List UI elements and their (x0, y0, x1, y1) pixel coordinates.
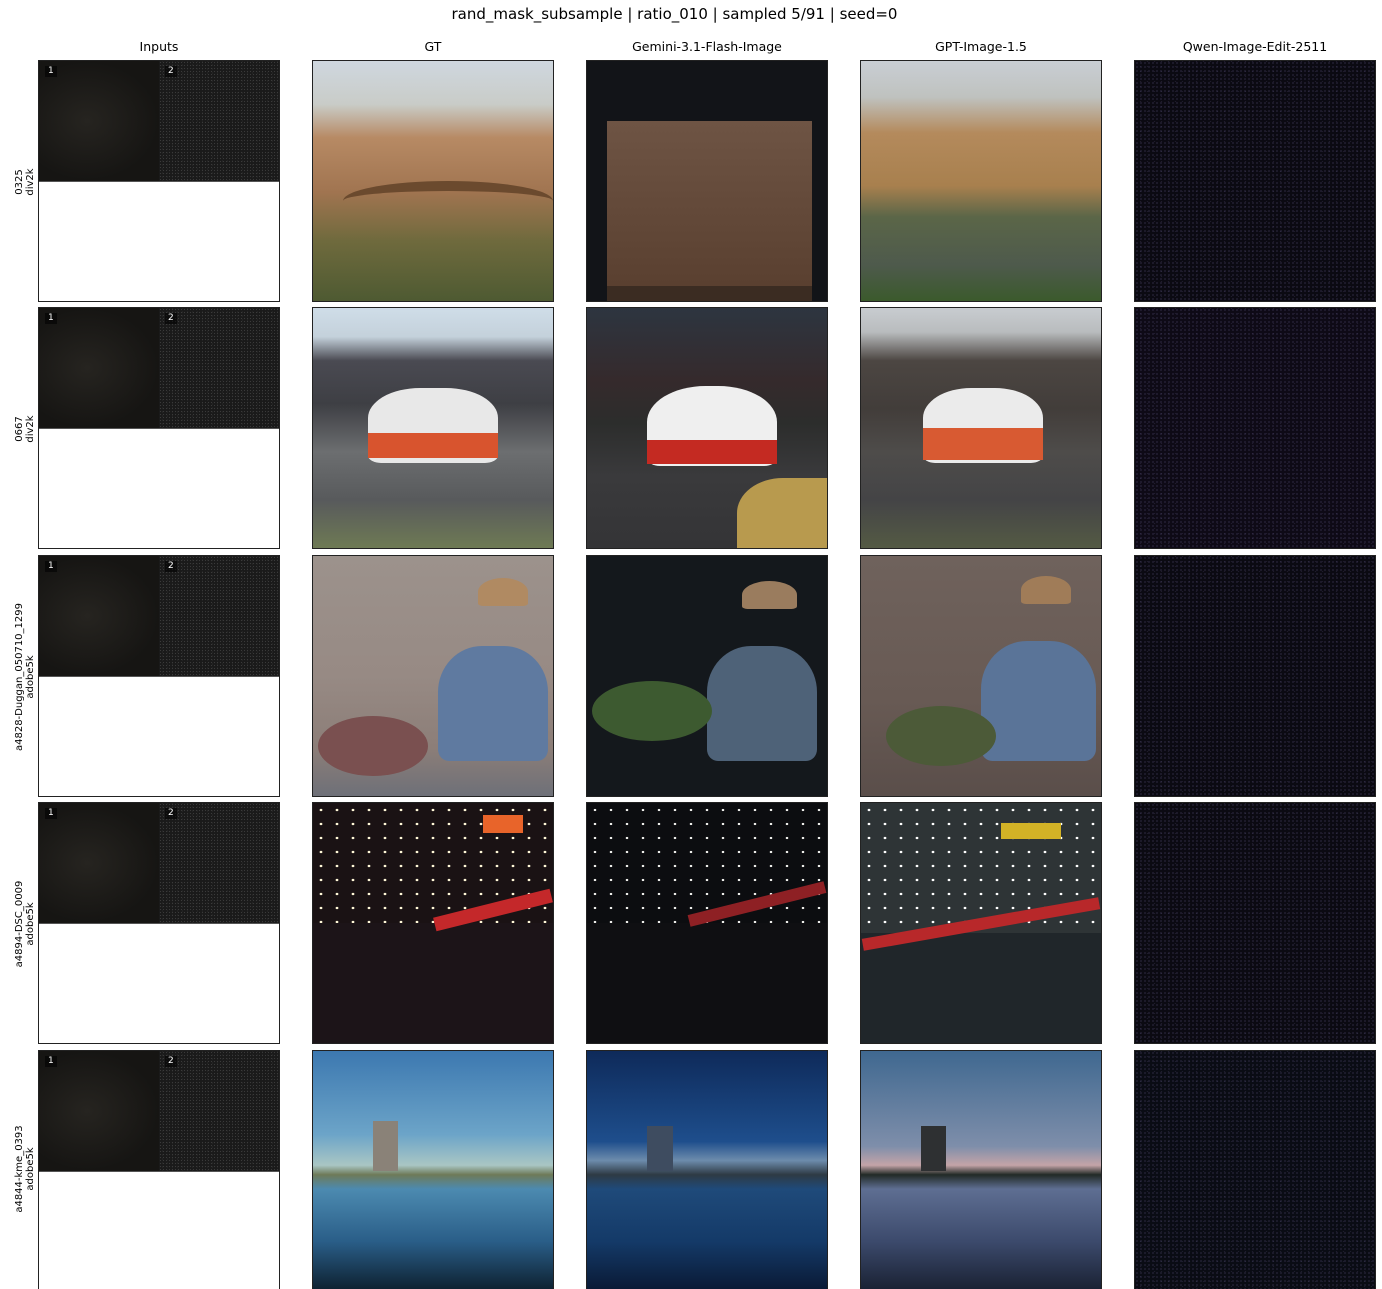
image-index-badge: 1 (45, 561, 57, 572)
gt-image (312, 1050, 554, 1289)
row-source: div2k (25, 168, 36, 196)
image-index-badge: 1 (45, 1056, 57, 1067)
input-image-2: 2 (159, 308, 279, 428)
column-header-gpt: GPT-Image-1.5 (935, 39, 1027, 54)
row-id: a4844-kme_0393 (14, 1125, 25, 1213)
gpt-output-image (860, 307, 1102, 549)
input-panel: 1 2 (38, 802, 280, 1044)
column-header-gemini: Gemini-3.1-Flash-Image (632, 39, 782, 54)
row-source: adobe5k (25, 902, 36, 946)
row-id: a4828-Duggan_050710_1299 (14, 603, 25, 752)
qwen-output-image (1134, 555, 1376, 797)
input-image-1: 1 (39, 308, 159, 428)
column-header-gt: GT (424, 39, 442, 54)
gt-image (312, 307, 554, 549)
input-image-1: 1 (39, 1051, 159, 1171)
image-index-badge: 2 (165, 808, 177, 819)
gemini-output-image (586, 307, 828, 549)
gt-image (312, 555, 554, 797)
image-index-badge: 1 (45, 808, 57, 819)
input-image-1: 1 (39, 61, 159, 181)
column-header-qwen: Qwen-Image-Edit-2511 (1182, 39, 1328, 54)
input-panel: 1 2 (38, 555, 280, 797)
blank-region (39, 428, 279, 548)
row-id: a4894-DSC_0009 (14, 880, 25, 968)
gpt-output-image (860, 60, 1102, 302)
blank-region (39, 1171, 279, 1289)
input-image-2: 2 (159, 556, 279, 676)
row-source: div2k (25, 415, 36, 443)
blank-region (39, 181, 279, 301)
input-image-2: 2 (159, 803, 279, 923)
image-index-badge: 2 (165, 313, 177, 324)
figure-title: rand_mask_subsample | ratio_010 | sample… (451, 5, 898, 23)
image-index-badge: 1 (45, 313, 57, 324)
row-source: adobe5k (25, 1147, 36, 1191)
gemini-output-image (586, 555, 828, 797)
blank-region (39, 923, 279, 1043)
qwen-output-image (1134, 802, 1376, 1044)
image-index-badge: 2 (165, 66, 177, 77)
gpt-output-image (860, 802, 1102, 1044)
qwen-output-image (1134, 60, 1376, 302)
gpt-output-image (860, 1050, 1102, 1289)
image-index-badge: 2 (165, 1056, 177, 1067)
row-id: 0667 (14, 416, 25, 442)
qwen-output-image (1134, 1050, 1376, 1289)
input-panel: 1 2 (38, 60, 280, 302)
gemini-output-image (586, 802, 828, 1044)
row-id: 0325 (14, 169, 25, 195)
blank-region (39, 676, 279, 796)
qwen-output-image (1134, 307, 1376, 549)
input-image-1: 1 (39, 556, 159, 676)
image-index-badge: 1 (45, 66, 57, 77)
image-index-badge: 2 (165, 561, 177, 572)
gt-image (312, 60, 554, 302)
gemini-output-image (586, 1050, 828, 1289)
input-image-1: 1 (39, 803, 159, 923)
input-panel: 1 2 (38, 307, 280, 549)
column-header-inputs: Inputs (139, 39, 179, 54)
row-source: adobe5k (25, 655, 36, 699)
gemini-output-image (586, 60, 828, 302)
gpt-output-image (860, 555, 1102, 797)
gt-image (312, 802, 554, 1044)
input-image-2: 2 (159, 61, 279, 181)
input-image-2: 2 (159, 1051, 279, 1171)
input-panel: 1 2 (38, 1050, 280, 1289)
